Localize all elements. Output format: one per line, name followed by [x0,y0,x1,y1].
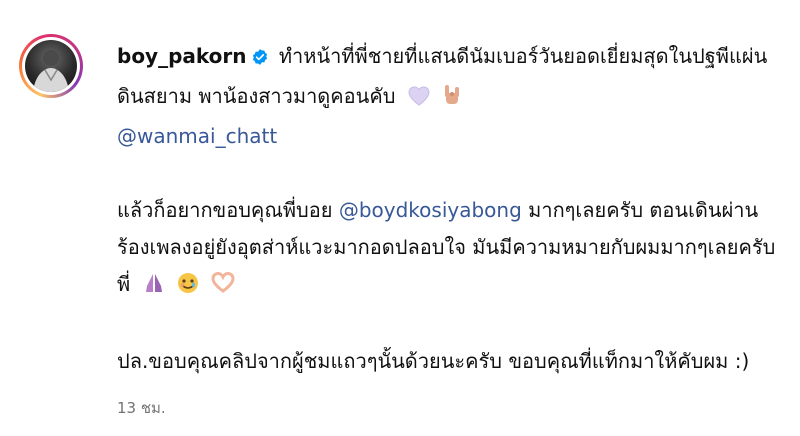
avatar-photo [33,50,69,92]
post-caption: boy_pakorn ทำหน้าที่พี่ชายที่แสนดีนัมเบอ… [117,38,777,380]
smiling-face-with-tear-icon [177,269,199,306]
light-purple-heart-icon [408,81,430,118]
avatar[interactable] [25,40,77,92]
heart-hands-icon [211,269,235,306]
folded-hands-icon [143,269,165,306]
mention-boydkosiyabong[interactable]: @boydkosiyabong [339,198,522,222]
mention-wanmai-chatt[interactable]: @wanmai_chatt [117,124,277,148]
username-link[interactable]: boy_pakorn [117,44,247,68]
caption-paragraph-3: ปล.ขอบคุณคลิปจากผู้ชมแถวๆนั้นด้วยนะครับ … [117,343,777,380]
caption-paragraph-1: boy_pakorn ทำหน้าที่พี่ชายที่แสนดีนัมเบอ… [117,38,777,155]
rock-on-hand-icon [442,81,462,118]
verified-badge-icon [251,41,269,78]
avatar-story-ring[interactable] [19,34,83,98]
caption-text-2a: แล้วก็อยากขอบคุณพี่บอย [117,198,333,222]
caption-text-3: ปล.ขอบคุณคลิปจากผู้ชมแถวๆนั้นด้วยนะครับ … [117,349,750,373]
caption-paragraph-2: แล้วก็อยากขอบคุณพี่บอย @boydkosiyabong ม… [117,192,777,306]
post-timestamp[interactable]: 13 ชม. [117,396,166,420]
